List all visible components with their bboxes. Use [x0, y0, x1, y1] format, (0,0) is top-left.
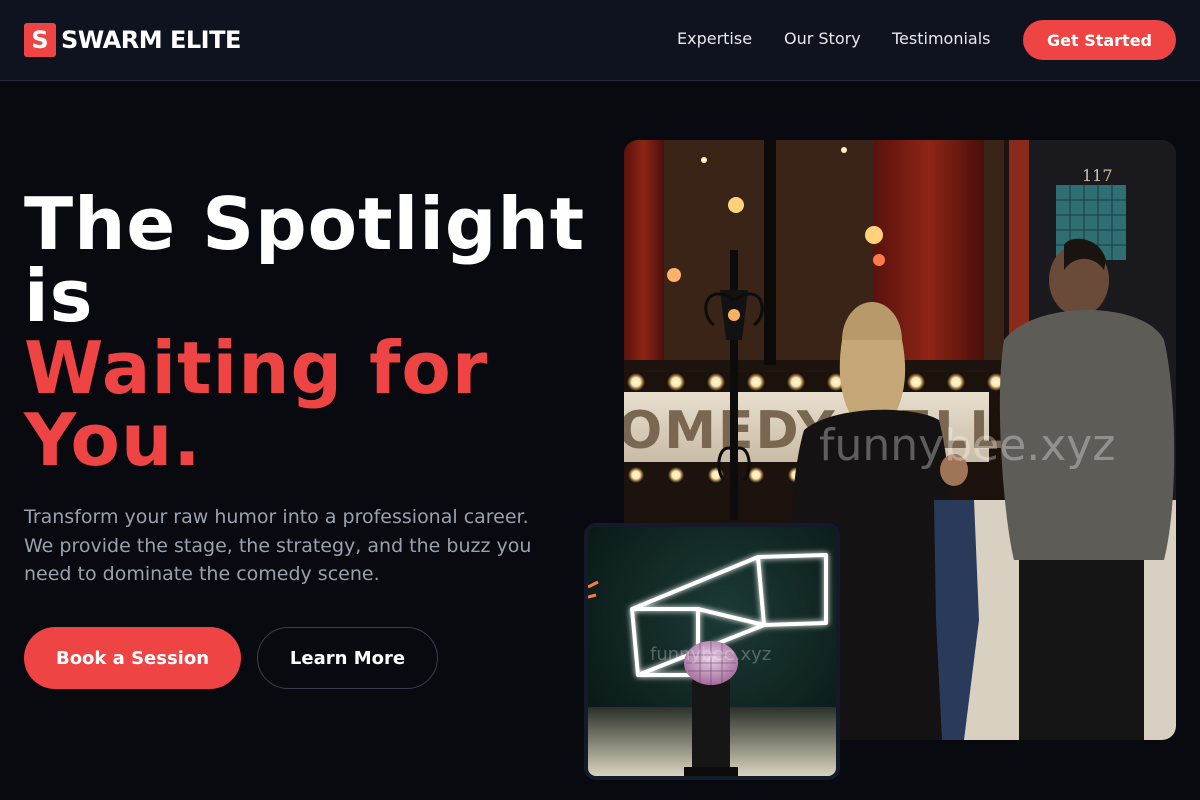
brand-logo[interactable]: S SWARM ELITE	[24, 23, 241, 57]
main-photo-watermark: funnybee.xyz	[819, 420, 1115, 471]
hero-headline: The Spotlight is Waiting for You.	[24, 188, 604, 476]
nav-link-expertise[interactable]: Expertise	[677, 29, 752, 48]
door-number: 117	[1082, 166, 1113, 185]
nav-link-our-story[interactable]: Our Story	[784, 29, 861, 48]
headline-line-2: is	[24, 254, 94, 338]
logo-mark-icon: S	[24, 23, 56, 57]
brand-name: SWARM ELITE	[61, 26, 241, 54]
mic-photo-watermark: funnybee.xyz	[650, 644, 771, 665]
learn-more-button[interactable]: Learn More	[257, 627, 438, 689]
hero-subtext: Transform your raw humor into a professi…	[24, 506, 532, 585]
headline-accent-line-2: You.	[24, 398, 202, 482]
headline-line-1: The Spotlight	[24, 182, 586, 266]
get-started-button[interactable]: Get Started	[1023, 20, 1176, 60]
book-session-button[interactable]: Book a Session	[24, 627, 241, 689]
nav-link-testimonials[interactable]: Testimonials	[892, 29, 991, 48]
headline-accent-line-1: Waiting for	[24, 326, 489, 410]
microphone-photo: funnybee.xyz	[584, 523, 840, 780]
top-navigation: S SWARM ELITE Expertise Our Story Testim…	[0, 0, 1200, 81]
